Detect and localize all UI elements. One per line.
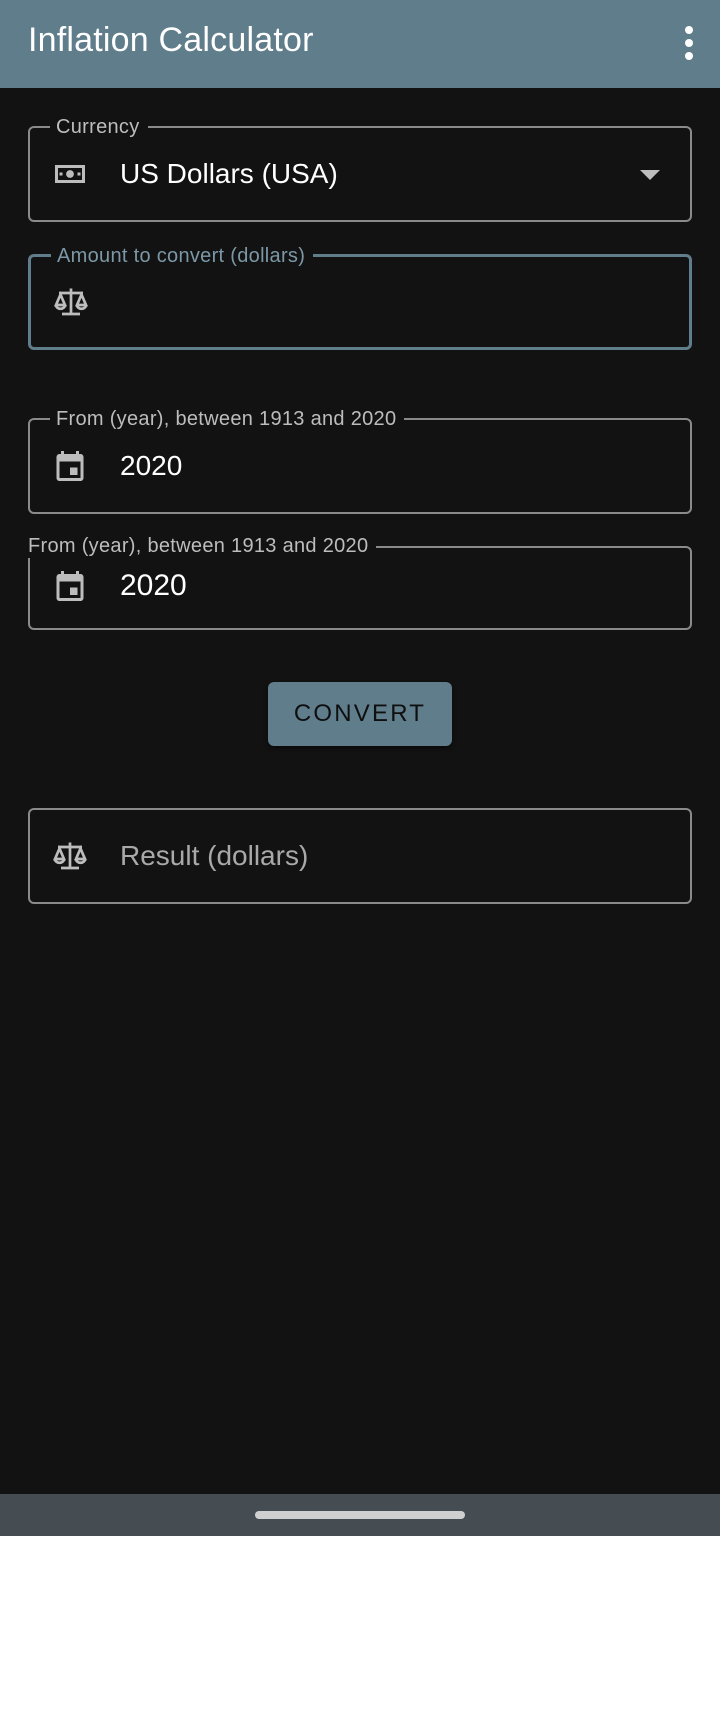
currency-label: Currency bbox=[50, 115, 148, 139]
amount-label: Amount to convert (dollars) bbox=[51, 244, 314, 268]
scale-icon bbox=[53, 288, 89, 316]
gesture-handle[interactable] bbox=[255, 1511, 465, 1519]
app-title: Inflation Calculator bbox=[28, 21, 314, 59]
dropdown-arrow-icon bbox=[640, 170, 660, 180]
calendar-icon bbox=[56, 571, 84, 601]
to-year-label: From (year), between 1913 and 2020 bbox=[26, 534, 377, 558]
from-year-label: From (year), between 1913 and 2020 bbox=[50, 407, 405, 431]
convert-button[interactable]: CONVERT bbox=[268, 682, 452, 746]
scale-icon bbox=[52, 842, 88, 870]
to-year-input[interactable]: From (year), between 1913 and 2020 2020 bbox=[26, 534, 692, 630]
result-output: Result (dollars) bbox=[28, 808, 692, 904]
app-window: Inflation Calculator Currency US Dollars… bbox=[0, 0, 720, 1494]
currency-value: US Dollars (USA) bbox=[120, 158, 338, 189]
currency-dropdown[interactable]: Currency US Dollars (USA) bbox=[28, 115, 692, 222]
from-year-value: 2020 bbox=[120, 450, 183, 481]
more-vert-icon[interactable] bbox=[672, 18, 706, 68]
amount-input[interactable]: Amount to convert (dollars) bbox=[28, 244, 692, 350]
app-bar: Inflation Calculator bbox=[0, 0, 720, 88]
to-year-value: 2020 bbox=[120, 569, 187, 602]
from-year-input[interactable]: From (year), between 1913 and 2020 2020 bbox=[28, 407, 692, 514]
money-icon bbox=[55, 165, 85, 183]
calendar-icon bbox=[56, 451, 84, 481]
result-placeholder: Result (dollars) bbox=[120, 840, 309, 871]
system-nav-bar bbox=[0, 1494, 720, 1536]
screen: Inflation Calculator Currency US Dollars… bbox=[0, 0, 720, 1712]
